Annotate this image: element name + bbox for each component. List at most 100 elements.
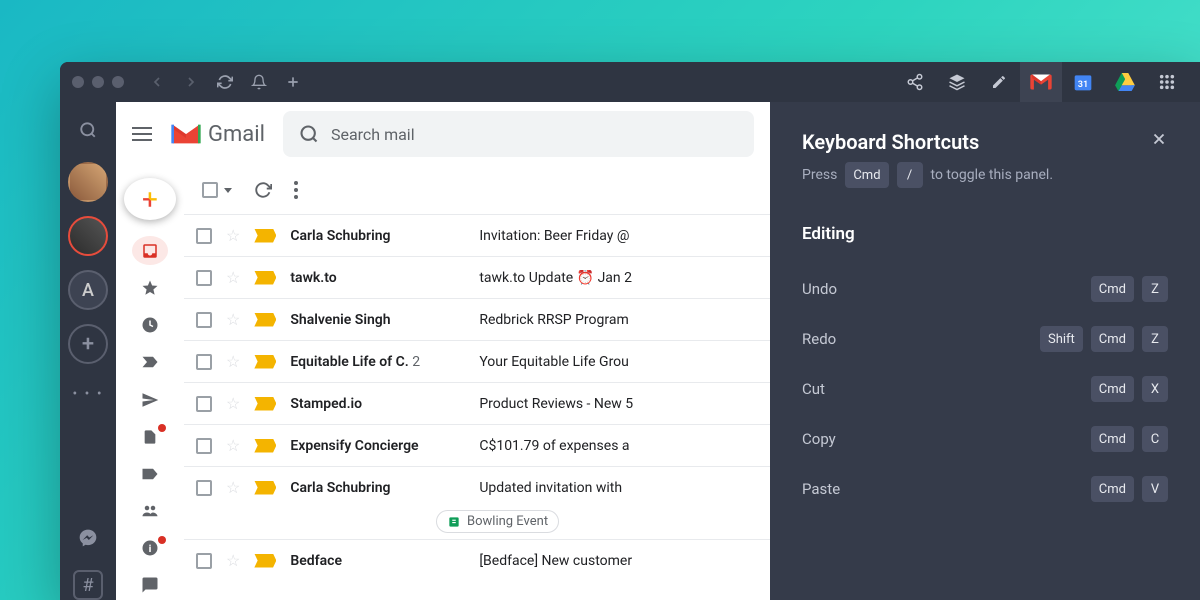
row-checkbox[interactable] — [196, 480, 212, 496]
close-window[interactable] — [72, 76, 84, 88]
email-row[interactable]: ☆Shalvenie SinghRedbrick RRSP Program — [184, 298, 770, 340]
app-share[interactable] — [894, 62, 936, 102]
shortcut-action: Redo — [802, 330, 836, 348]
app-layers[interactable] — [936, 62, 978, 102]
workspace-avatar-3[interactable]: A — [68, 270, 108, 310]
workspace-avatar-1[interactable] — [68, 162, 108, 202]
refresh-icon[interactable] — [254, 181, 272, 199]
kbd-key: Cmd — [1091, 326, 1134, 352]
email-subject: Your Equitable Life Grou — [479, 354, 758, 370]
star-icon[interactable]: ☆ — [226, 310, 240, 329]
star-icon[interactable]: ☆ — [226, 436, 240, 455]
star-icon[interactable]: ☆ — [226, 352, 240, 371]
shortcut-action: Paste — [802, 480, 840, 498]
sidebar-drafts[interactable] — [132, 422, 168, 451]
hamburger-menu[interactable] — [132, 127, 152, 141]
important-marker[interactable] — [254, 554, 276, 568]
shortcuts-rows: UndoCmdZRedoShiftCmdZCutCmdXCopyCmdCPast… — [802, 264, 1168, 514]
sidebar-contacts[interactable] — [132, 496, 168, 525]
email-subject: Redbrick RRSP Program — [479, 312, 758, 328]
reload-button[interactable] — [208, 65, 242, 99]
shortcuts-hint: Press Cmd / to toggle this panel. — [802, 162, 1168, 188]
search-mail-input[interactable]: Search mail — [283, 111, 754, 157]
star-icon[interactable]: ☆ — [226, 478, 240, 497]
kbd-key: Cmd — [1091, 276, 1134, 302]
important-marker[interactable] — [254, 229, 276, 243]
important-marker[interactable] — [254, 313, 276, 327]
titlebar: 31 — [60, 62, 1200, 102]
email-row[interactable]: ☆ Stamped.io Product Reviews - New 5 — [184, 382, 770, 424]
add-workspace-button[interactable]: + — [68, 324, 108, 364]
row-checkbox[interactable] — [196, 312, 212, 328]
sidebar-snoozed[interactable] — [132, 311, 168, 340]
sidebar-starred[interactable] — [132, 273, 168, 302]
messenger-icon[interactable] — [70, 520, 106, 556]
row-checkbox[interactable] — [196, 553, 212, 569]
star-icon[interactable]: ☆ — [226, 268, 240, 287]
nav-back-button[interactable] — [140, 65, 174, 99]
important-marker[interactable] — [254, 271, 276, 285]
email-subject: Product Reviews - New 5 — [479, 396, 758, 412]
row-checkbox[interactable] — [196, 228, 212, 244]
shortcut-row: UndoCmdZ — [802, 264, 1168, 314]
workspace-avatar-2[interactable] — [68, 216, 108, 256]
email-sender: tawk.to — [290, 270, 465, 286]
app-grid[interactable] — [1146, 62, 1188, 102]
close-panel-button[interactable] — [1150, 130, 1168, 152]
email-sender: Stamped.io — [290, 396, 465, 412]
search-icon — [299, 124, 319, 144]
kbd-cmd: Cmd — [845, 162, 888, 188]
sidebar-info[interactable]: i — [132, 534, 168, 563]
sidebar-labels[interactable] — [132, 459, 168, 488]
kbd-key: C — [1142, 426, 1168, 452]
maximize-window[interactable] — [112, 76, 124, 88]
compose-button[interactable]: + — [124, 178, 176, 220]
shortcut-row: CutCmdX — [802, 364, 1168, 414]
app-drive[interactable] — [1104, 62, 1146, 102]
svg-text:31: 31 — [1078, 80, 1088, 90]
more-menu[interactable] — [294, 181, 298, 199]
chevron-down-icon — [224, 188, 232, 193]
shortcut-row: CopyCmdC — [802, 414, 1168, 464]
select-all-checkbox[interactable] — [202, 182, 232, 198]
email-row[interactable]: ☆Carla SchubringUpdated invitation with — [184, 466, 770, 508]
attachment-chip[interactable]: Bowling Event — [436, 510, 559, 533]
important-marker[interactable] — [254, 481, 276, 495]
app-edit[interactable] — [978, 62, 1020, 102]
new-tab-button[interactable] — [276, 65, 310, 99]
rail-search-icon[interactable] — [70, 112, 106, 148]
row-checkbox[interactable] — [196, 438, 212, 454]
nav-forward-button[interactable] — [174, 65, 208, 99]
minimize-window[interactable] — [92, 76, 104, 88]
shortcut-action: Cut — [802, 380, 825, 398]
search-placeholder: Search mail — [331, 125, 415, 144]
important-marker[interactable] — [254, 439, 276, 453]
kbd-key: Z — [1142, 276, 1168, 302]
row-checkbox[interactable] — [196, 270, 212, 286]
notifications-button[interactable] — [242, 65, 276, 99]
star-icon[interactable]: ☆ — [226, 551, 240, 570]
star-icon[interactable]: ☆ — [226, 226, 240, 245]
email-row[interactable]: ☆Bedface[Bedface] New customer — [184, 539, 770, 581]
row-checkbox[interactable] — [196, 396, 212, 412]
email-sender: Carla Schubring — [290, 228, 465, 244]
sidebar-chat[interactable] — [132, 571, 168, 600]
shortcut-row: PasteCmdV — [802, 464, 1168, 514]
app-calendar[interactable]: 31 — [1062, 62, 1104, 102]
sidebar-sent[interactable] — [132, 385, 168, 414]
email-row[interactable]: ☆tawk.totawk.to Update ⏰ Jan 2 — [184, 256, 770, 298]
important-marker[interactable] — [254, 355, 276, 369]
app-gmail[interactable] — [1020, 62, 1062, 102]
email-row[interactable]: ☆Equitable Life of C. 2Your Equitable Li… — [184, 340, 770, 382]
important-marker[interactable] — [254, 397, 276, 411]
email-subject: C$101.79 of expenses a — [479, 438, 758, 454]
email-row[interactable]: ☆Carla SchubringInvitation: Beer Friday … — [184, 214, 770, 256]
rail-more[interactable]: • • • — [72, 386, 103, 402]
gmail-logo: Gmail — [170, 122, 265, 147]
sidebar-important[interactable] — [132, 348, 168, 377]
star-icon[interactable]: ☆ — [226, 394, 240, 413]
sidebar-inbox[interactable] — [132, 236, 168, 265]
email-row[interactable]: ☆Expensify ConciergeC$101.79 of expenses… — [184, 424, 770, 466]
slack-icon[interactable]: # — [73, 570, 103, 600]
row-checkbox[interactable] — [196, 354, 212, 370]
